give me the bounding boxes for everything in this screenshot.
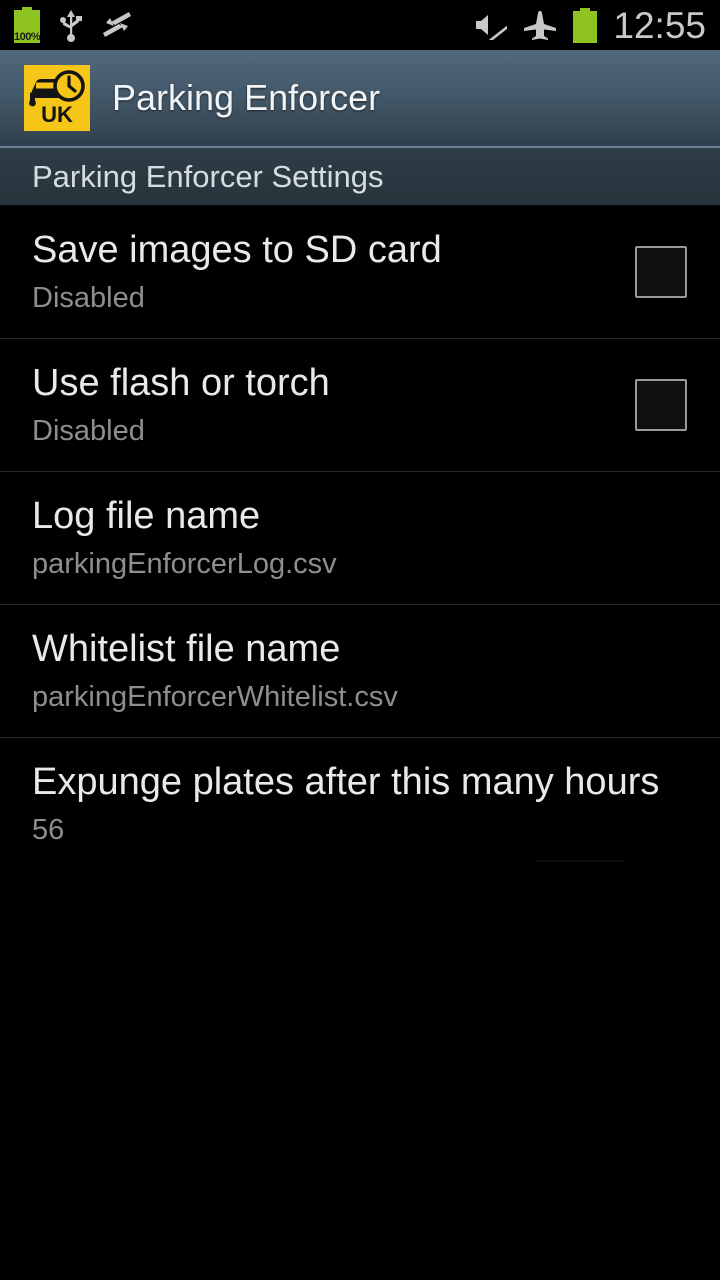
setting-row-save-images-to-sd-card[interactable]: Save images to SD card Disabled	[0, 206, 720, 339]
data-transfer-icon	[103, 12, 131, 37]
setting-row-expunge-plates-after-hours[interactable]: Expunge plates after this many hours 56	[0, 738, 720, 870]
settings-screen-header: Parking Enforcer Settings	[0, 148, 720, 206]
setting-title: Log file name	[32, 495, 261, 537]
battery-percent-label: 100%	[14, 31, 41, 43]
app-title: Parking Enforcer	[112, 77, 381, 118]
setting-row-log-file-name[interactable]: Log file name parkingEnforcerLog.csv	[0, 472, 720, 605]
row-text-group: Expunge plates after this many hours 56	[32, 758, 720, 850]
setting-title: Save images to SD card	[32, 229, 442, 271]
setting-summary: parkingEnforcerWhitelist.csv	[32, 681, 398, 713]
usb-icon	[60, 10, 82, 42]
battery-charging-icon: 100%	[14, 7, 41, 43]
setting-title: Whitelist file name	[32, 628, 341, 670]
airplane-mode-icon	[524, 10, 557, 40]
setting-summary: Disabled	[32, 282, 145, 314]
status-bar: 100% 12:55	[0, 0, 720, 50]
app-action-bar: UK Parking Enforcer	[0, 50, 720, 148]
setting-row-whitelist-file-name[interactable]: Whitelist file name parkingEnforcerWhite…	[0, 605, 720, 738]
row-text-group: Use flash or torch Disabled	[32, 359, 602, 451]
app-icon-uk-label: UK	[41, 102, 73, 127]
setting-title: Use flash or torch	[32, 362, 330, 404]
settings-list: Save images to SD card Disabled Use flas…	[0, 206, 720, 870]
row-edge-artifact	[536, 860, 624, 862]
row-text-group: Whitelist file name parkingEnforcerWhite…	[32, 625, 720, 717]
setting-summary: Disabled	[32, 415, 145, 447]
sound-muted-icon	[476, 15, 508, 40]
use-flash-checkbox[interactable]	[635, 379, 687, 431]
save-images-checkbox[interactable]	[635, 246, 687, 298]
phone-screen: 100% 12:55 UK Parking Enforcer Parking E…	[0, 0, 720, 1280]
setting-row-use-flash-or-torch[interactable]: Use flash or torch Disabled	[0, 339, 720, 472]
setting-summary: parkingEnforcerLog.csv	[32, 548, 337, 580]
status-bar-clock: 12:55	[613, 4, 706, 46]
row-widget-area	[602, 379, 720, 431]
row-widget-area	[602, 246, 720, 298]
settings-screen-title: Parking Enforcer Settings	[32, 158, 384, 194]
parking-enforcer-app-icon[interactable]: UK	[24, 65, 90, 131]
battery-icon	[573, 7, 598, 43]
row-text-group: Log file name parkingEnforcerLog.csv	[32, 492, 720, 584]
status-bar-left-icons: 100%	[14, 7, 132, 43]
setting-title: Expunge plates after this many hours	[32, 761, 660, 803]
setting-summary: 56	[32, 814, 65, 846]
row-text-group: Save images to SD card Disabled	[32, 226, 602, 318]
status-bar-right-icons: 12:55	[473, 7, 706, 44]
